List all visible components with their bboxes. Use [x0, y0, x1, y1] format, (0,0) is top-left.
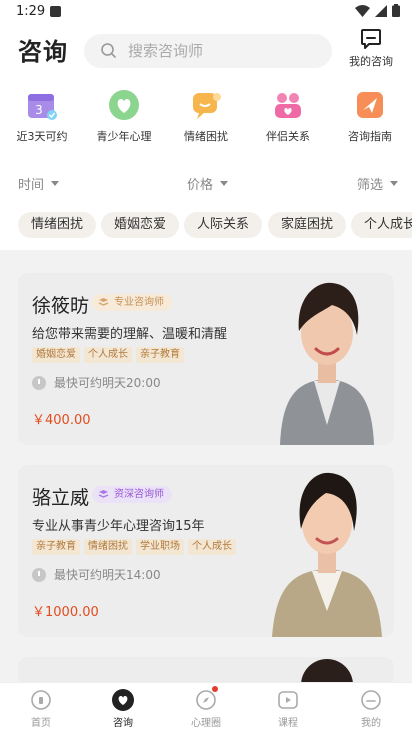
- chat-bubble-icon: [361, 29, 381, 49]
- counselor-tag: 婚姻恋爱: [32, 347, 80, 363]
- my-consult-label: 我的咨询: [349, 55, 393, 68]
- counselor-price: ￥1000.00: [32, 605, 99, 620]
- filter-price[interactable]: 价格: [187, 174, 229, 193]
- filter-panel: 时间 价格 筛选 情绪困扰 婚姻恋爱 人际关系 家庭困扰 个人成长: [0, 160, 412, 250]
- topic-tag[interactable]: 婚姻恋爱: [101, 212, 180, 238]
- counselor-name: 徐筱昉: [32, 295, 90, 317]
- filter-row: 时间 价格 筛选: [0, 174, 412, 194]
- heart-leaf-icon: [109, 90, 139, 120]
- filter-screen[interactable]: 筛选: [357, 174, 399, 193]
- search-input[interactable]: [128, 42, 308, 60]
- counselor-level-badge: 资深咨询师: [92, 486, 172, 503]
- nav-label: 课程: [278, 718, 298, 729]
- status-time: 1:29: [16, 4, 46, 19]
- nav-community[interactable]: 心理圈: [176, 686, 236, 729]
- shortcut-label: 咨询指南: [348, 130, 392, 143]
- counselor-tag: 情绪困扰: [84, 539, 132, 555]
- badge-label: 资深咨询师: [114, 489, 164, 500]
- counselor-photo: [272, 472, 382, 637]
- topic-tag[interactable]: 情绪困扰: [18, 212, 97, 238]
- shortcut-partner-relationship[interactable]: 伴侣关系: [249, 88, 327, 144]
- profile-icon: [361, 690, 381, 710]
- counselor-description: 给您带来需要的理解、温暖和清醒: [32, 327, 228, 342]
- status-icons: [355, 4, 400, 17]
- shortcut-consult-guide[interactable]: 咨询指南: [331, 88, 409, 144]
- filter-screen-label: 筛选: [357, 178, 384, 193]
- consult-heart-icon: [112, 689, 134, 711]
- nav-label: 首页: [31, 718, 51, 729]
- search-icon: [101, 43, 116, 58]
- clock-icon: [32, 567, 46, 582]
- counselor-tag: 个人成长: [84, 347, 132, 363]
- counselor-name: 骆立威: [32, 487, 90, 509]
- topic-tag[interactable]: 家庭困扰: [268, 212, 347, 238]
- nav-courses[interactable]: 课程: [258, 688, 318, 729]
- shortcut-youth-psychology[interactable]: 青少年心理: [85, 88, 163, 144]
- availability-text: 最快可约明天20:00: [54, 376, 161, 390]
- home-icon: [31, 690, 51, 710]
- status-bar: 1:29: [0, 0, 412, 24]
- svg-text:3: 3: [35, 103, 43, 117]
- nav-consult[interactable]: 咨询: [93, 688, 153, 729]
- header: 咨询 我的咨询: [0, 28, 412, 72]
- play-icon: [278, 691, 298, 709]
- shortcut-label: 近3天可约: [16, 130, 68, 143]
- counselor-description: 专业从事青少年心理咨询15年: [32, 519, 205, 534]
- counselor-tags: 婚姻恋爱 个人成长 亲子教育: [32, 347, 184, 363]
- wifi-icon: [355, 4, 370, 17]
- counselor-tag: 亲子教育: [136, 347, 184, 363]
- counselor-availability: 最快可约明天20:00: [32, 374, 161, 391]
- nav-home[interactable]: 首页: [11, 688, 71, 729]
- counselor-card[interactable]: 骆立威 资深咨询师 专业从事青少年心理咨询15年 亲子教育 情绪困扰 学业职场 …: [18, 465, 394, 637]
- battery-icon: [392, 4, 400, 17]
- notification-app-icon: [50, 6, 61, 17]
- shortcut-label: 青少年心理: [96, 130, 152, 143]
- counselor-availability: 最快可约明天14:00: [32, 566, 161, 583]
- shortcut-row: 3 近3天可约 青少年心理 情绪困扰 伴侣关系 咨询指南: [0, 88, 412, 148]
- bottom-nav: 首页 咨询 心理圈 课程 我的: [0, 682, 412, 732]
- emotion-icon: [193, 93, 221, 119]
- counselor-tag: 学业职场: [136, 539, 184, 555]
- shortcut-available-3-days[interactable]: 3 近3天可约: [3, 88, 81, 144]
- signal-icon: [375, 4, 387, 17]
- badge-label: 专业咨询师: [114, 297, 164, 308]
- topic-tag[interactable]: 人际关系: [184, 212, 263, 238]
- counselor-card[interactable]: 徐筱昉 专业咨询师 给您带来需要的理解、温暖和清醒 婚姻恋爱 个人成长 亲子教育…: [18, 273, 394, 445]
- filter-time-label: 时间: [18, 178, 45, 193]
- notification-dot: [212, 686, 218, 692]
- shortcut-label: 情绪困扰: [184, 130, 228, 143]
- calendar-icon: 3: [28, 94, 57, 120]
- caret-down-icon: [220, 181, 229, 186]
- counselor-tag: 个人成长: [188, 539, 236, 555]
- page-title: 咨询: [18, 38, 68, 66]
- counselor-level-badge: 专业咨询师: [92, 294, 172, 311]
- topic-tags-row: 情绪困扰 婚姻恋爱 人际关系 家庭困扰 个人成长: [0, 212, 412, 240]
- shortcut-label: 伴侣关系: [266, 130, 310, 143]
- filter-time[interactable]: 时间: [18, 174, 60, 193]
- my-consult-button[interactable]: 我的咨询: [344, 28, 398, 72]
- nav-label: 咨询: [113, 718, 133, 729]
- filter-price-label: 价格: [187, 178, 214, 193]
- counselor-photo: [280, 282, 374, 445]
- caret-down-icon: [390, 181, 399, 186]
- shortcut-emotional-distress[interactable]: 情绪困扰: [167, 88, 245, 144]
- book-icon: [98, 490, 109, 498]
- clock-icon: [32, 375, 46, 390]
- book-icon: [98, 298, 109, 306]
- topic-tag[interactable]: 个人成长: [351, 212, 412, 238]
- couple-icon: [275, 93, 301, 118]
- availability-text: 最快可约明天14:00: [54, 568, 161, 582]
- guide-icon: [357, 92, 383, 118]
- counselor-tag: 亲子教育: [32, 539, 80, 555]
- caret-down-icon: [51, 181, 60, 186]
- nav-profile[interactable]: 我的: [341, 688, 401, 729]
- nav-label: 我的: [361, 718, 381, 729]
- counselor-tags: 亲子教育 情绪困扰 学业职场 个人成长: [32, 539, 236, 555]
- counselor-price: ￥400.00: [32, 413, 91, 428]
- search-box[interactable]: [84, 34, 332, 68]
- nav-label: 心理圈: [191, 718, 221, 729]
